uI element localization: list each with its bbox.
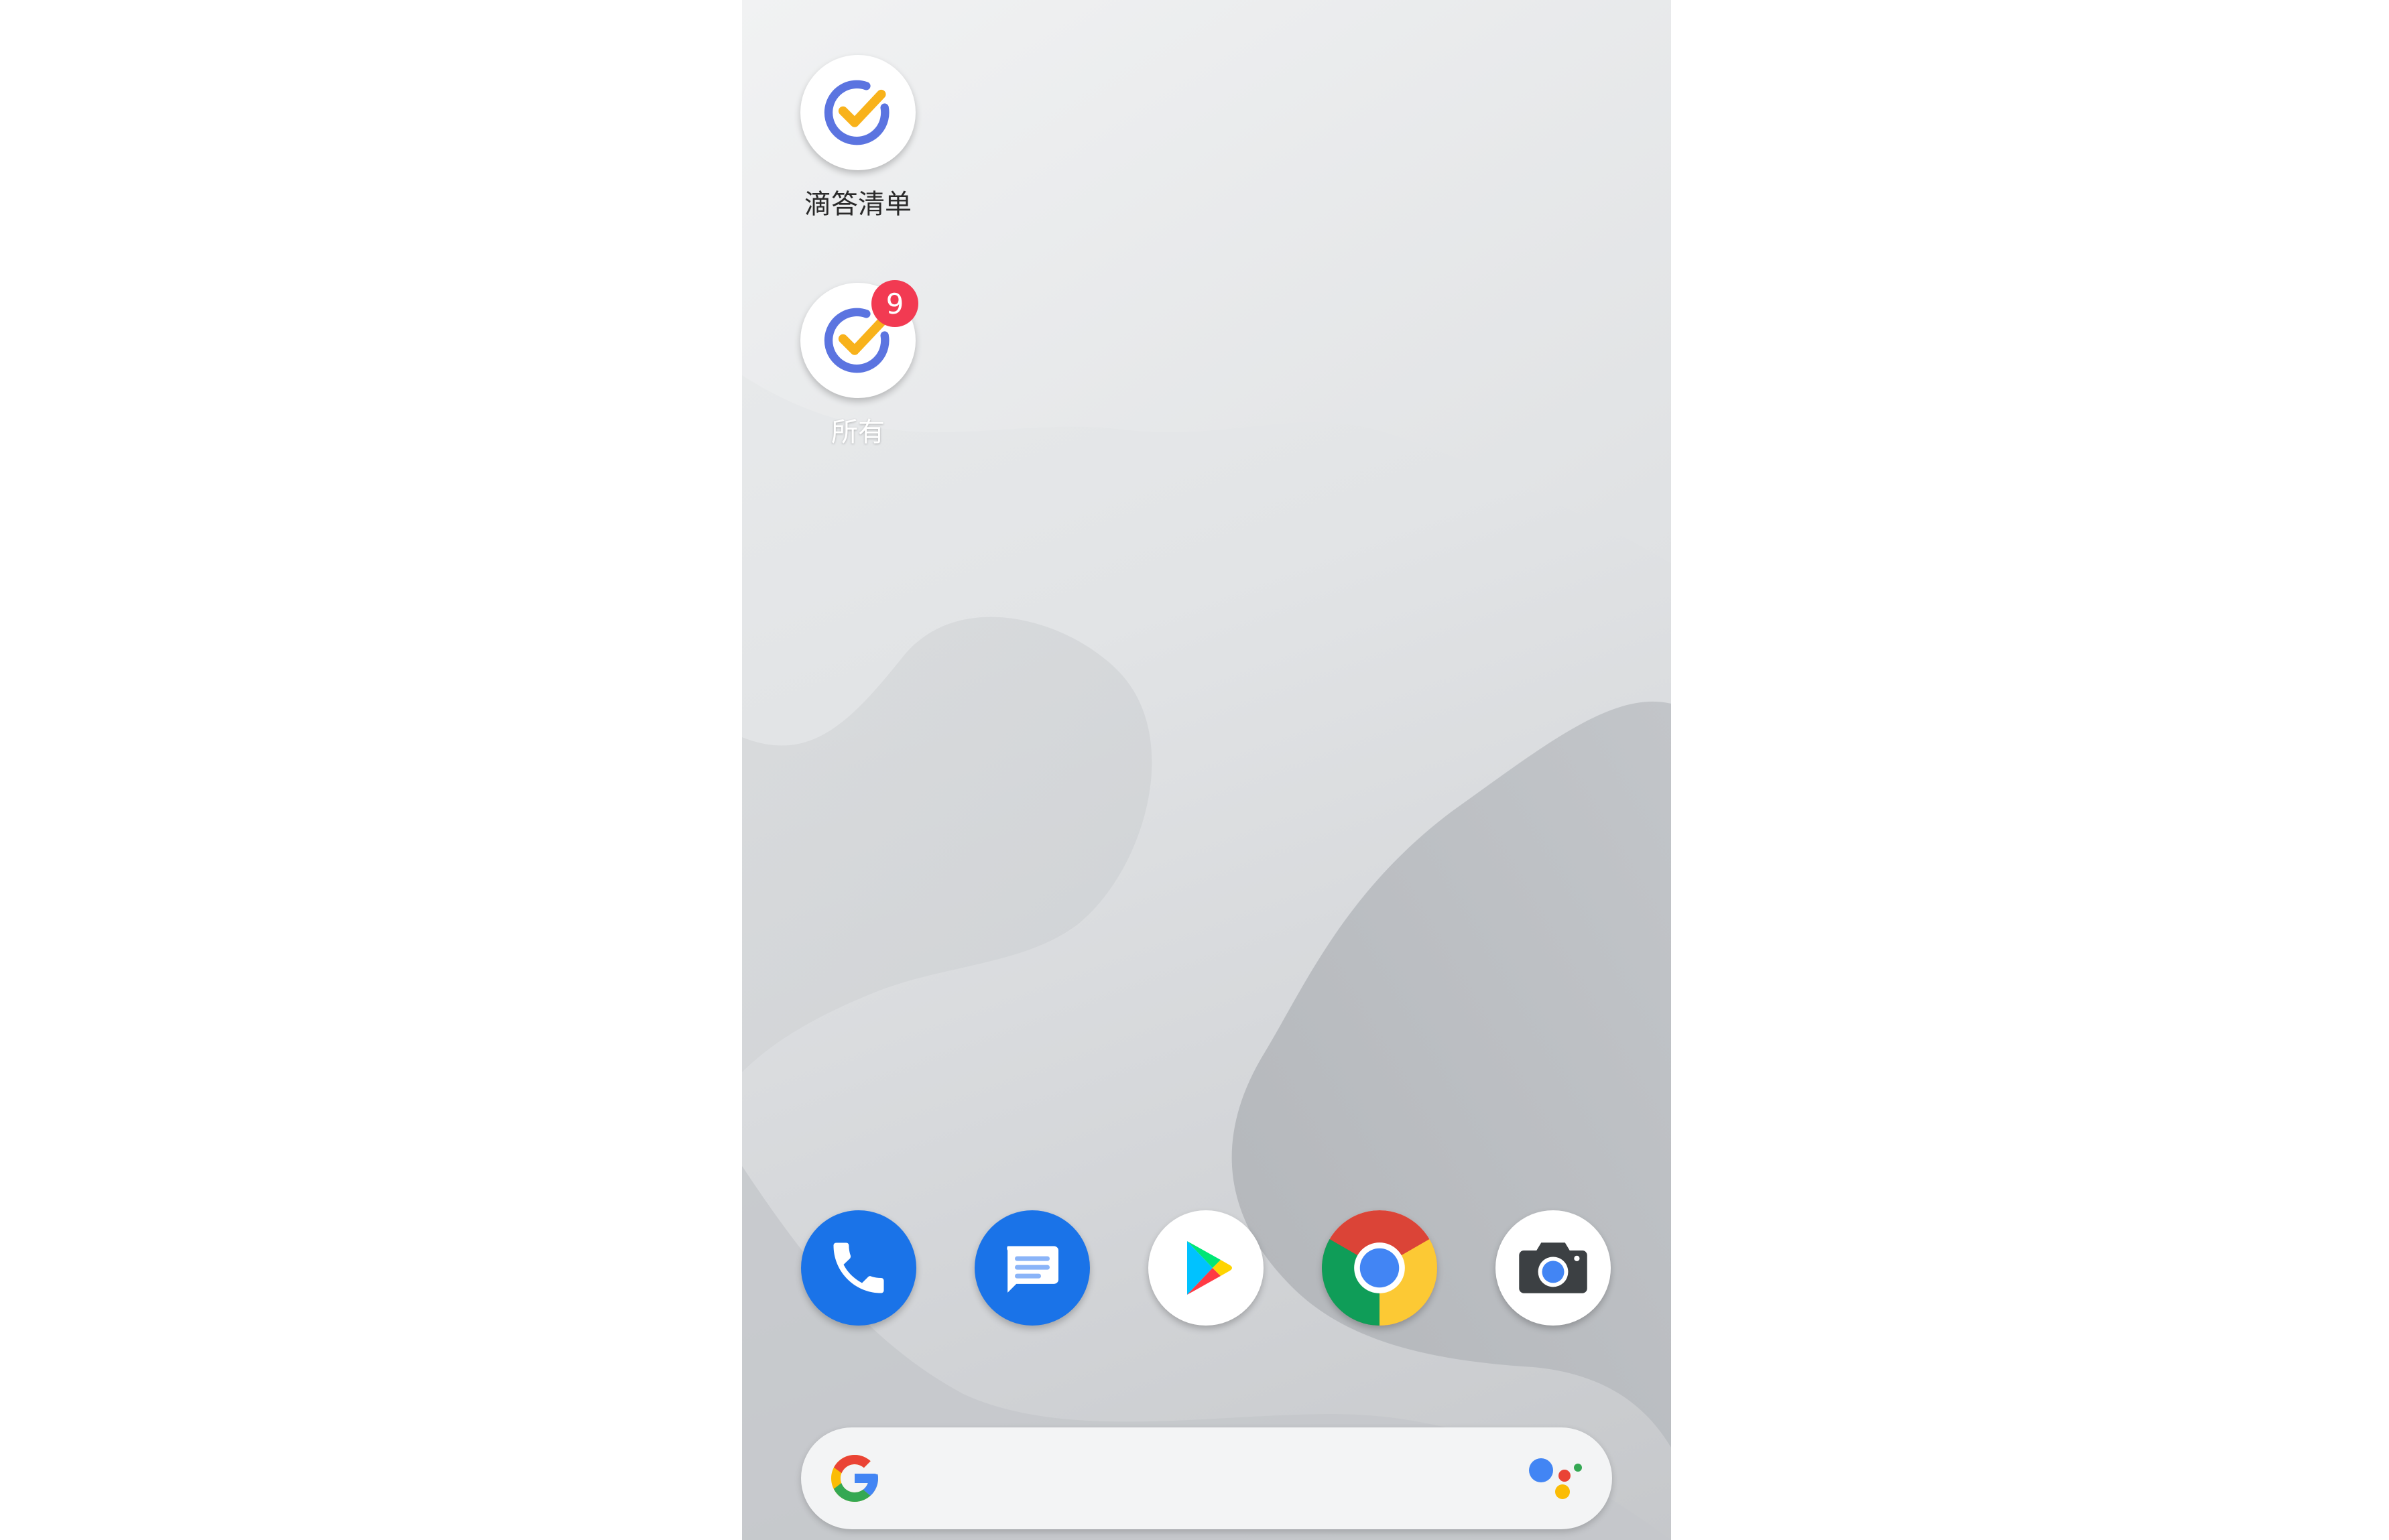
google-search-bar[interactable]: [801, 1427, 1612, 1529]
shortcut-label: 所有: [831, 417, 885, 448]
notification-badge: 9: [871, 280, 918, 327]
shortcut-ticktick[interactable]: 滴答清单: [784, 55, 932, 221]
dock: [801, 1210, 1612, 1328]
messages-icon[interactable]: [975, 1210, 1090, 1326]
home-screen: 滴答清单 9 所有: [742, 0, 1671, 1540]
ticktick-icon: [800, 55, 916, 170]
shortcut-label: 滴答清单: [804, 189, 912, 220]
google-assistant-icon[interactable]: [1528, 1453, 1584, 1504]
google-g-icon: [831, 1455, 878, 1502]
shortcut-all[interactable]: 9 所有: [784, 280, 932, 449]
play-store-icon[interactable]: [1148, 1210, 1264, 1326]
phone-icon[interactable]: [801, 1210, 916, 1326]
ticktick-icon: 9: [800, 280, 918, 398]
chrome-icon[interactable]: [1322, 1210, 1437, 1326]
camera-icon[interactable]: [1495, 1210, 1611, 1326]
